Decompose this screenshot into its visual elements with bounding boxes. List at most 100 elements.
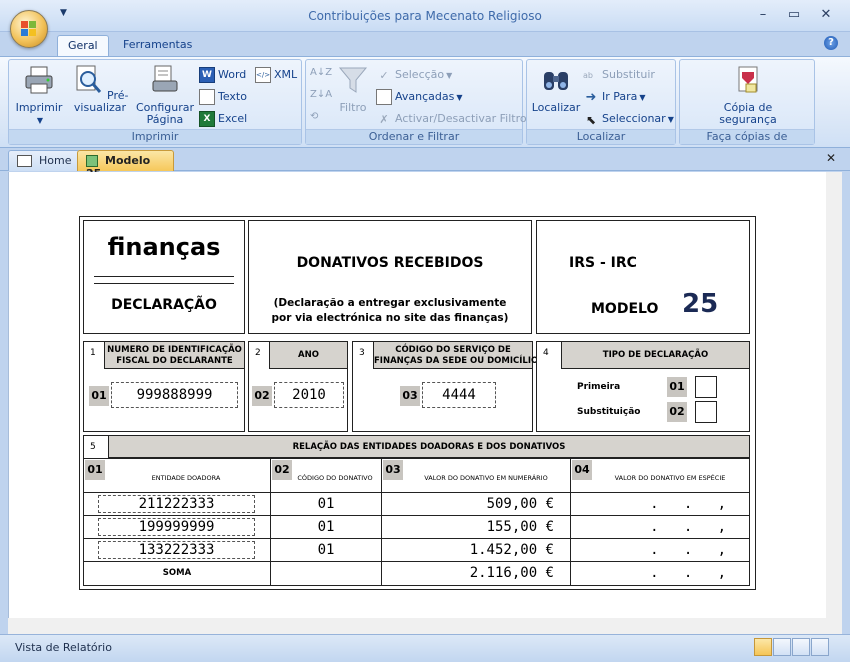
preview-button[interactable]: Pré-visualizar — [65, 64, 135, 114]
tab-geral[interactable]: Geral — [57, 35, 109, 56]
section4-box: 4 TIPO DE DECLARAÇÃO Primeira 01 Substit… — [536, 341, 750, 432]
backup-copy-button[interactable]: Cópia de segurança — [708, 64, 788, 126]
doc-tab-home[interactable]: Home — [8, 150, 81, 171]
status-text: Vista de Relatório — [15, 641, 112, 654]
header-model-box: IRS - IRC MODELO 25 — [536, 220, 750, 334]
minimize-button[interactable]: – — [752, 6, 774, 24]
service-code-field: 4444 — [422, 382, 496, 408]
vertical-scrollbar[interactable] — [826, 172, 842, 634]
export-xml-button[interactable]: </> XML — [255, 66, 297, 84]
filter-button[interactable]: Filtro — [334, 64, 372, 114]
nif-field: 999888999 — [111, 382, 238, 408]
form-subtitle-line1: (Declaração a entregar exclusivamente — [273, 297, 507, 309]
replacement-declaration-label: Substituição — [577, 407, 641, 417]
org-title: finanças — [107, 233, 221, 261]
col3-code: 03 — [383, 460, 403, 480]
col-header-cash: VALOR DO DONATIVO EM NUMERÁRIO — [424, 474, 548, 482]
doc-tab-modelo25[interactable]: Modelo 25 — [77, 150, 174, 180]
printer-icon — [25, 66, 53, 94]
page-setup-button[interactable]: Configurar Página — [135, 64, 195, 126]
print-button[interactable]: Imprimir ▼ — [15, 64, 63, 127]
binoculars-icon — [544, 72, 568, 90]
replace-button[interactable]: ab Substituir — [583, 66, 655, 84]
close-document-icon[interactable]: ✕ — [826, 151, 836, 165]
title-bar: ▼ Contribuições para Mecenato Religioso … — [0, 0, 850, 32]
total-kind-value: . . , — [650, 565, 726, 581]
ribbon: Imprimir ▼ Pré-visualizar Configurar Pági… — [0, 56, 850, 157]
section2-code: 02 — [252, 386, 272, 406]
advanced-filter-icon — [376, 89, 392, 105]
advanced-filter-button[interactable]: Avançadas ▼ — [376, 88, 463, 106]
maximize-button[interactable]: ▭ — [783, 6, 805, 24]
cash-value: 509,00 € — [486, 496, 554, 512]
section1-number: 1 — [90, 348, 96, 358]
print-dropdown-icon: ▼ — [36, 116, 44, 125]
group-label-backup: Faça cópias de segurança — [680, 129, 814, 157]
group-localizar: Localizar ab Substituir ➜ Ir Para ▼ ⬉ Selecc… — [526, 59, 676, 145]
export-excel-button[interactable]: X Excel — [199, 110, 247, 128]
col1-code: 01 — [85, 460, 105, 480]
entity-field: 199999999 — [98, 518, 255, 536]
clear-sort-icon[interactable]: ⟲ — [310, 108, 318, 126]
section2-box: 2 ANO 02 2010 — [248, 341, 348, 432]
print-preview-view-button[interactable] — [773, 638, 791, 656]
section3-number: 3 — [359, 348, 365, 358]
print-preview-icon — [76, 65, 101, 93]
header-title-box: DONATIVOS RECEBIDOS (Declaração a entreg… — [248, 220, 532, 334]
backup-icon — [738, 66, 758, 93]
col-header-entity: ENTIDADE DOADORA — [151, 474, 221, 482]
form-title: DONATIVOS RECEBIDOS — [296, 255, 484, 271]
year-field: 2010 — [274, 382, 344, 408]
office-logo-icon — [21, 21, 37, 37]
form-subtitle-line2: por via electrónica no site das finanças… — [271, 312, 509, 324]
find-button[interactable]: Localizar — [531, 64, 581, 114]
sort-ascending-icon[interactable]: A↓Z — [310, 64, 332, 82]
declaracao-label: DECLARAÇÃO — [111, 297, 217, 313]
group-ordenar-filtrar: A↓Z Z↓A ⟲ Filtro ✓ Selecção ▼ Avançadas ▼ ✗… — [305, 59, 527, 145]
goto-button[interactable]: ➜ Ir Para ▼ — [583, 88, 646, 106]
report-icon — [86, 155, 98, 167]
group-label-imprimir: Imprimir — [9, 129, 301, 144]
entity-field: 133222333 — [98, 541, 255, 559]
toggle-filter-button[interactable]: ✗ Activar/Desactivar Filtro — [376, 110, 526, 128]
office-button[interactable] — [10, 10, 48, 48]
modelo-number: 25 — [682, 289, 719, 319]
export-text-button[interactable]: Texto — [199, 88, 247, 106]
arrow-right-icon: ➜ — [585, 90, 597, 105]
tab-ferramentas[interactable]: Ferramentas — [113, 35, 202, 56]
page-setup-icon — [152, 65, 178, 92]
document-tab-bar: Home Modelo 25 ✕ — [0, 148, 850, 180]
text-file-icon — [199, 89, 215, 105]
section1-code: 01 — [89, 386, 109, 406]
col-header-kind: VALOR DO DONATIVO EM ESPÉCIE — [614, 474, 726, 482]
excel-icon: X — [199, 111, 215, 127]
export-word-button[interactable]: W Word — [199, 66, 246, 84]
word-icon: W — [199, 67, 215, 83]
entity-field: 211222333 — [98, 495, 255, 513]
group-backup: Cópia de segurança Faça cópias de segura… — [679, 59, 815, 157]
selection-filter-icon: ✓ — [379, 69, 389, 82]
sort-descending-icon[interactable]: Z↓A — [310, 86, 332, 104]
report-view-button[interactable] — [754, 638, 772, 656]
xml-icon: </> — [255, 67, 271, 83]
horizontal-scrollbar[interactable] — [8, 618, 826, 634]
funnel-icon — [338, 67, 368, 93]
donation-code: 01 — [317, 496, 335, 512]
section1-box: 1 NUMERO DE IDENTIFICAÇÃO FISCAL DO DECL… — [83, 341, 245, 432]
replace-icon: ab — [583, 71, 593, 80]
total-cash-value: 2.116,00 € — [469, 565, 554, 581]
toggle-filter-icon: ✗ — [379, 113, 389, 126]
layout-view-button[interactable] — [792, 638, 810, 656]
donation-code: 01 — [317, 519, 335, 535]
close-window-button[interactable]: ✕ — [815, 6, 837, 24]
replacement-declaration-checkbox[interactable] — [695, 401, 717, 423]
section3-code: 03 — [400, 386, 420, 406]
group-imprimir: Imprimir ▼ Pré-visualizar Configurar Pági… — [8, 59, 302, 145]
design-view-button[interactable] — [811, 638, 829, 656]
kind-value: . . , — [650, 496, 726, 512]
first-declaration-checkbox[interactable] — [695, 376, 717, 398]
select-button[interactable]: ⬉ Seleccionar ▼ — [583, 110, 674, 128]
group-label-localizar: Localizar — [527, 129, 675, 144]
help-icon[interactable]: ? — [824, 36, 838, 50]
selection-button[interactable]: ✓ Selecção ▼ — [376, 66, 452, 84]
